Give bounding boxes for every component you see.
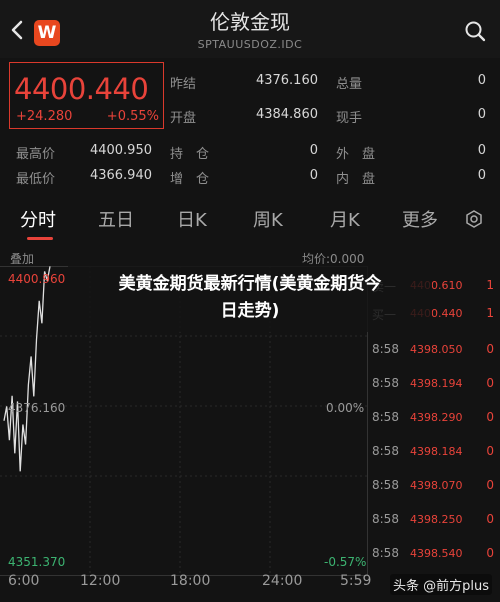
period-tabs: 分时 五日 日K 周K 月K 更多 — [0, 198, 500, 242]
price-change-percent: +0.55% — [106, 109, 159, 124]
high-value: 4400.950 — [89, 143, 152, 158]
tick-time: 8:58 — [372, 410, 399, 424]
tick-price: 4398.070 — [410, 479, 463, 492]
open-value: 4384.860 — [255, 107, 318, 122]
app-header: W 伦敦金现 SPTAUUSDOZ.IDC — [0, 0, 500, 58]
tick-volume: 0 — [486, 376, 494, 390]
headline-line-1: 美黄金期货最新行情(美黄金期货今 — [118, 274, 382, 294]
bid-volume: 1 — [486, 306, 494, 320]
tab-weekly-k[interactable]: 周K — [253, 206, 283, 232]
tick-volume: 0 — [486, 512, 494, 526]
total-volume-label: 总量 — [336, 77, 363, 92]
axis-bottom-percent: -0.57% — [324, 555, 367, 569]
outer-volume-label: 外 盘 — [336, 147, 376, 162]
tab-daily-k[interactable]: 日K — [177, 206, 207, 232]
tick-volume: 0 — [486, 546, 494, 560]
tick-volume: 0 — [486, 478, 494, 492]
price-panel: 4400.440 +24.280 +0.55% — [9, 62, 164, 129]
tick-price: 4398.540 — [410, 547, 463, 560]
open-interest-value: 0 — [309, 143, 318, 158]
outer-volume-value: 0 — [477, 143, 486, 158]
low-label: 最低价 — [16, 172, 56, 187]
tick-volume: 0 — [486, 444, 494, 458]
tick-time: 8:58 — [372, 478, 399, 492]
axis-bottom-label: 4351.370 — [8, 555, 66, 569]
axis-mid-percent: 0.00% — [326, 401, 365, 415]
tick-price: 4398.184 — [410, 445, 463, 458]
open-label: 开盘 — [170, 111, 197, 126]
instrument-code: SPTAUUSDOZ.IDC — [197, 38, 303, 51]
tick-row: 8:58 4398.290 0 — [368, 408, 500, 428]
axis-mid-label: 4376.160 — [8, 401, 66, 415]
tick-volume: 0 — [486, 342, 494, 356]
tab-monthly-k[interactable]: 月K — [330, 206, 360, 232]
prev-close-value: 4376.160 — [255, 73, 318, 88]
tick-price: 4398.194 — [410, 377, 463, 390]
tick-time: 8:58 — [372, 546, 399, 560]
tab-more[interactable]: 更多 — [402, 206, 438, 232]
page-title: 伦敦金现 — [210, 10, 290, 34]
tick-row: 8:58 4398.250 0 — [368, 510, 500, 530]
last-price: 4400.440 — [14, 72, 149, 106]
current-volume-value: 0 — [477, 107, 486, 122]
tick-volume: 0 — [486, 410, 494, 424]
tick-time: 8:58 — [372, 342, 399, 356]
headline-text: 美黄金期货最新行情(美黄金期货今 日走势) — [68, 271, 432, 325]
inner-volume-label: 内 盘 — [336, 172, 376, 187]
time-tick: 6:00 — [8, 573, 40, 589]
open-interest-label: 持 仓 — [170, 147, 210, 162]
prev-close-label: 昨结 — [170, 77, 197, 92]
headline-banner: 美黄金期货最新行情(美黄金期货今 日走势) — [68, 264, 432, 332]
tab-five-day[interactable]: 五日 — [98, 206, 134, 232]
time-tick: 5:59 — [340, 573, 372, 589]
low-value: 4366.940 — [89, 168, 152, 183]
tick-time: 8:58 — [372, 444, 399, 458]
tick-price: 4398.250 — [410, 513, 463, 526]
tick-price: 4398.050 — [410, 343, 463, 356]
position-change-label: 增 仓 — [170, 172, 210, 187]
tick-time: 8:58 — [372, 512, 399, 526]
tick-row: 8:58 4398.070 0 — [368, 476, 500, 496]
tick-time: 8:58 — [372, 376, 399, 390]
high-label: 最高价 — [16, 147, 56, 162]
current-volume-label: 现手 — [336, 111, 363, 126]
overlay-label[interactable]: 叠加 — [10, 250, 34, 267]
inner-volume-value: 0 — [477, 168, 486, 183]
position-change-value: 0 — [309, 168, 318, 183]
settings-icon[interactable] — [464, 209, 484, 229]
tick-row: 8:58 4398.184 0 — [368, 442, 500, 462]
time-tick: 24:00 — [262, 573, 303, 589]
tick-row: 8:58 4398.050 0 — [368, 340, 500, 360]
price-change: +24.280 — [16, 109, 73, 124]
tick-price: 4398.290 — [410, 411, 463, 424]
axis-top-label: 4400.960 — [8, 272, 66, 286]
tick-row: 8:58 4398.194 0 — [368, 374, 500, 394]
source-watermark: 头条 @前方plus — [389, 574, 492, 595]
total-volume-value: 0 — [477, 73, 486, 88]
ask-volume: 1 — [486, 278, 494, 292]
headline-line-2: 日走势) — [220, 301, 280, 321]
active-tab-indicator — [27, 237, 53, 240]
time-tick: 12:00 — [80, 573, 121, 589]
tab-intraday[interactable]: 分时 — [20, 206, 56, 232]
tick-row: 8:58 4398.540 0 — [368, 544, 500, 564]
search-icon[interactable] — [464, 20, 486, 42]
time-tick: 18:00 — [170, 573, 211, 589]
